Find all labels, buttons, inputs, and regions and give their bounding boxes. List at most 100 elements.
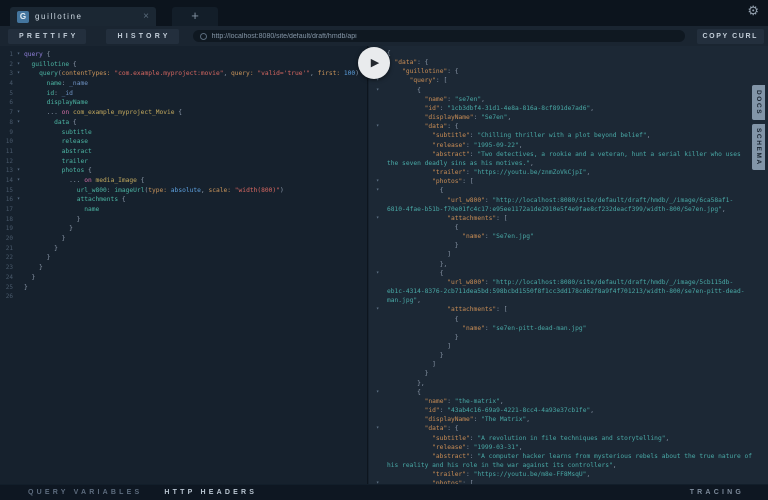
fold-gutter	[13, 244, 24, 254]
response-line: "abstract": "Two detectives, a rookie an…	[387, 150, 745, 167]
fold-toggle-icon[interactable]: ▾	[13, 60, 24, 70]
code-text: id: _id	[46, 89, 73, 97]
editor-line: 19 }	[0, 224, 367, 234]
execute-query-button[interactable]: ▶	[358, 47, 390, 79]
fold-toggle-icon[interactable]: ▾	[376, 424, 379, 433]
line-number: 26	[5, 293, 13, 301]
code-text: name: _name	[46, 80, 88, 88]
editor-line: 15 url_w800: imageUrl(type: absolute, sc…	[0, 186, 367, 196]
line-number: 14	[5, 176, 13, 184]
code-text: }	[24, 225, 73, 233]
fold-gutter	[13, 234, 24, 244]
response-line: },	[387, 260, 448, 268]
code-text: data {	[54, 118, 77, 126]
fold-toggle-icon[interactable]: ▾	[376, 388, 379, 397]
editor-line: 25}	[0, 283, 367, 293]
fold-toggle-icon[interactable]: ▾	[376, 122, 379, 131]
fold-toggle-icon[interactable]: ▾	[13, 176, 24, 186]
response-viewer[interactable]: ▾{▾ "data": {▾ "guillotine": {▾ "query":…	[369, 46, 768, 485]
close-tab-icon[interactable]: ×	[143, 11, 149, 22]
fold-gutter	[13, 273, 24, 283]
code-text: }	[24, 254, 51, 262]
fold-gutter	[13, 215, 24, 225]
line-number: 20	[5, 235, 13, 243]
line-number: 2	[9, 60, 13, 68]
code-text: url_w800: imageUrl(type: absolute, scale…	[76, 186, 284, 194]
http-headers-tab[interactable]: HTTP HEADERS	[164, 489, 257, 496]
line-number: 13	[5, 167, 13, 175]
schema-tab[interactable]: SCHEMA	[752, 124, 765, 170]
play-icon: ▶	[370, 56, 380, 69]
code-text: }	[24, 235, 66, 243]
guillotine-app-icon: G	[17, 10, 29, 23]
fold-toggle-icon[interactable]: ▾	[13, 50, 24, 60]
endpoint-url-input[interactable]	[211, 32, 678, 40]
response-line: ▾ {	[376, 388, 421, 396]
playground-main: 1 ▾ query {2 ▾ guillotine {3 ▾ query(content…	[0, 46, 768, 485]
line-number: 19	[5, 225, 13, 233]
response-line: "displayName": "The Matrix",	[424, 416, 531, 424]
response-line: ▾ {	[376, 86, 421, 94]
code-text: attachments {	[76, 196, 126, 204]
fold-gutter	[13, 205, 24, 215]
bottom-bar: QUERY VARIABLES HTTP HEADERS TRACING	[0, 484, 768, 500]
response-line: "name": "Se7en.jpg"	[462, 233, 534, 241]
fold-toggle-icon[interactable]: ▾	[13, 195, 24, 205]
editor-line: 21 }	[0, 244, 367, 254]
response-line: ▾ "data": {	[376, 58, 752, 67]
session-tab-guillotine[interactable]: G guillotine ×	[10, 7, 156, 26]
tab-bar: G guillotine × + ⚙	[0, 0, 768, 26]
docs-tab[interactable]: DOCS	[752, 85, 765, 120]
fold-toggle-icon[interactable]: ▾	[376, 86, 379, 95]
line-number: 5	[9, 89, 13, 97]
history-button[interactable]: HISTORY	[106, 28, 179, 44]
code-text: release	[61, 138, 88, 146]
fold-toggle-icon[interactable]: ▾	[13, 118, 24, 128]
query-editor[interactable]: 1 ▾ query {2 ▾ guillotine {3 ▾ query(content…	[0, 46, 368, 485]
fold-toggle-icon[interactable]: ▾	[376, 214, 379, 223]
query-variables-tab[interactable]: QUERY VARIABLES	[28, 489, 142, 496]
response-line: ▾ {	[376, 269, 444, 277]
copy-curl-button[interactable]: COPY CURL	[696, 28, 764, 44]
line-number: 3	[9, 70, 13, 78]
response-line: ▾ "guillotine": {	[376, 67, 752, 76]
fold-toggle-icon[interactable]: ▾	[13, 69, 24, 79]
response-line: "trailer": "https://youtu.be/m8e-FF8MsqU…	[432, 471, 591, 479]
toolbar: PRETTIFY HISTORY COPY CURL	[0, 26, 768, 46]
line-number: 25	[5, 283, 13, 291]
fold-gutter	[13, 224, 24, 234]
tracing-tab[interactable]: TRACING	[690, 489, 744, 496]
line-number: 12	[5, 157, 13, 165]
fold-toggle-icon[interactable]: ▾	[376, 269, 379, 278]
line-number: 7	[9, 109, 13, 117]
response-line: {	[387, 315, 459, 323]
code-text: query {	[24, 51, 51, 58]
line-number: 21	[5, 244, 13, 252]
line-number: 9	[9, 128, 13, 136]
code-text: ... on media_Image {	[24, 176, 145, 184]
response-line: ▾ "query": [	[376, 77, 448, 85]
code-text: abstract	[61, 147, 92, 155]
fold-toggle-icon[interactable]: ▾	[376, 177, 379, 186]
line-number: 8	[9, 118, 13, 126]
line-number: 24	[5, 273, 13, 281]
fold-gutter	[13, 186, 24, 196]
response-line: {	[387, 223, 459, 231]
fold-toggle-icon[interactable]: ▾	[376, 186, 379, 195]
fold-toggle-icon[interactable]: ▾	[376, 305, 379, 314]
code-text: guillotine {	[31, 60, 77, 68]
response-line: ▾{	[376, 49, 752, 58]
response-line: "release": "1995-09-22",	[432, 141, 523, 149]
prettify-button[interactable]: PRETTIFY	[8, 28, 87, 44]
response-lines: ▾{▾ "data": {▾ "guillotine": {▾ "query":…	[376, 49, 752, 485]
fold-toggle-icon[interactable]: ▾	[13, 166, 24, 176]
editor-line: 11 abstract	[0, 147, 367, 157]
fold-toggle-icon[interactable]: ▾	[13, 108, 24, 118]
fold-gutter	[13, 157, 24, 167]
response-line: "id": "43ab4c16-69a9-4221-8cc4-4a93e37cb…	[424, 407, 594, 415]
fold-gutter	[13, 253, 24, 263]
new-tab-button[interactable]: +	[172, 7, 218, 26]
settings-gear-icon[interactable]: ⚙	[747, 3, 759, 19]
line-number: 6	[9, 99, 13, 107]
